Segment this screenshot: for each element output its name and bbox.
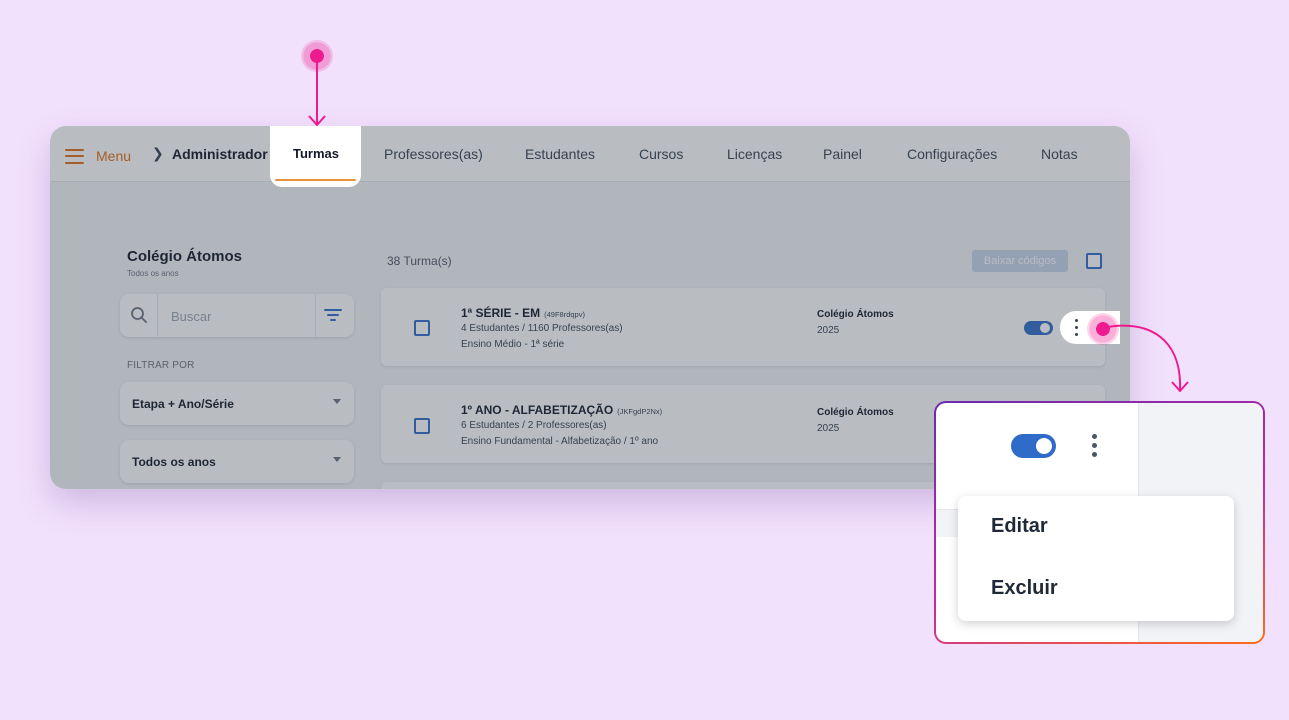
- menu-item-excluir[interactable]: Excluir: [991, 577, 1058, 600]
- zoom-callout: Editar Excluir: [934, 401, 1265, 644]
- click-indicator-menu: [1087, 313, 1119, 345]
- class-options-menu: Editar Excluir: [958, 496, 1234, 621]
- class-active-toggle-zoomed[interactable]: [1011, 434, 1056, 458]
- click-indicator-tab: [301, 40, 333, 72]
- more-options-icon[interactable]: [1092, 434, 1097, 457]
- menu-item-editar[interactable]: Editar: [991, 515, 1048, 538]
